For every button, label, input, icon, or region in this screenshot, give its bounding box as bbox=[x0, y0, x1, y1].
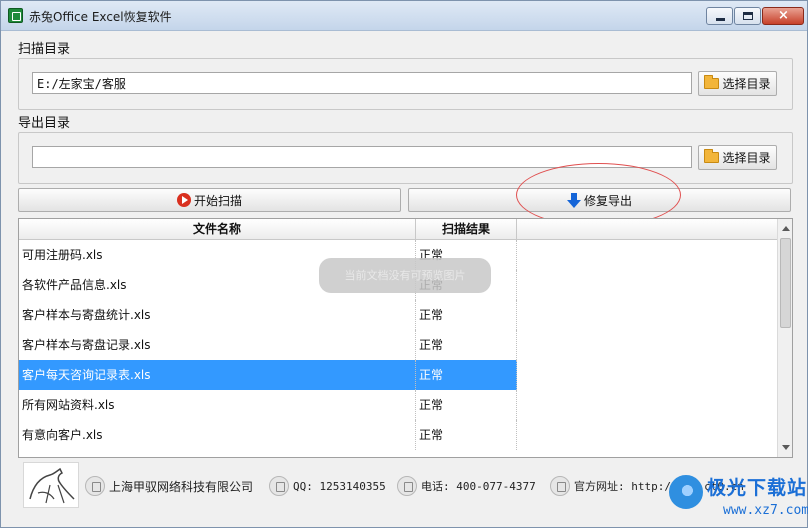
file-name-cell: 所有网站资料.xls bbox=[19, 390, 416, 420]
scan-result-cell: 正常 bbox=[416, 390, 517, 420]
play-icon bbox=[176, 193, 191, 207]
building-icon bbox=[85, 476, 105, 496]
table-row[interactable]: 客户每天咨询记录表.xls 正常 bbox=[19, 360, 777, 390]
table-row[interactable]: 客户样本与寄盘统计.xls 正常 bbox=[19, 300, 777, 330]
company-name: 上海甲驭网络科技有限公司 bbox=[109, 479, 254, 494]
company-logo bbox=[23, 462, 79, 508]
scan-result-cell: 正常 bbox=[416, 420, 517, 450]
export-dir-browse-label: 选择目录 bbox=[722, 151, 771, 165]
watermark-logo-icon bbox=[669, 475, 703, 509]
export-dir-browse-button[interactable]: 选择目录 bbox=[698, 145, 777, 170]
table-row[interactable]: 有意向客户.xls 正常 bbox=[19, 420, 777, 450]
minimize-icon bbox=[716, 18, 725, 21]
maximize-button[interactable] bbox=[734, 7, 761, 25]
start-scan-label: 开始扫描 bbox=[193, 193, 242, 208]
app-icon bbox=[8, 8, 23, 23]
qq-number: QQ: 1253140355 bbox=[293, 479, 386, 493]
app-window: 赤兔Office Excel恢复软件 × 扫描目录 选择目录 导出目录 选择目录… bbox=[0, 0, 808, 528]
export-dir-input[interactable] bbox=[32, 146, 692, 168]
folder-icon bbox=[704, 149, 720, 163]
scrollbar-thumb[interactable] bbox=[780, 238, 791, 328]
footer-company: 上海甲驭网络科技有限公司 bbox=[85, 475, 253, 497]
column-header-result[interactable]: 扫描结果 bbox=[416, 219, 517, 239]
file-name-cell: 有意向客户.xls bbox=[19, 420, 416, 450]
qq-icon bbox=[269, 476, 289, 496]
export-dir-group: 选择目录 bbox=[18, 132, 793, 184]
title-bar: 赤兔Office Excel恢复软件 × bbox=[1, 1, 807, 31]
scan-dir-browse-button[interactable]: 选择目录 bbox=[698, 71, 777, 96]
watermark-brand: 极光下载站 bbox=[707, 477, 808, 499]
scan-dir-browse-label: 选择目录 bbox=[722, 77, 771, 91]
scan-result-cell: 正常 bbox=[416, 360, 517, 390]
scan-result-cell: 正常 bbox=[416, 330, 517, 360]
vertical-scrollbar[interactable] bbox=[777, 219, 792, 457]
scroll-down-icon[interactable] bbox=[782, 445, 790, 450]
scan-dir-input[interactable] bbox=[32, 72, 692, 94]
maximize-icon bbox=[743, 12, 753, 20]
repair-export-button[interactable]: 修复导出 bbox=[408, 188, 791, 212]
close-button[interactable]: × bbox=[762, 7, 804, 25]
scan-result-cell: 正常 bbox=[416, 300, 517, 330]
repair-export-label: 修复导出 bbox=[583, 193, 632, 208]
scan-dir-label: 扫描目录 bbox=[18, 42, 71, 57]
table-header: 文件名称 扫描结果 bbox=[19, 219, 777, 240]
footer-phone: 电话: 400-077-4377 bbox=[397, 475, 536, 497]
preview-toast: 当前文档没有可预览图片 bbox=[319, 258, 491, 293]
file-name-cell: 客户每天咨询记录表.xls bbox=[19, 360, 416, 390]
download-arrow-icon bbox=[566, 192, 581, 208]
watermark: 极光下载站 www.xz7.com bbox=[669, 467, 808, 527]
column-header-filename[interactable]: 文件名称 bbox=[19, 219, 416, 239]
file-name-cell: 客户样本与寄盘统计.xls bbox=[19, 300, 416, 330]
table-row[interactable]: 客户样本与寄盘记录.xls 正常 bbox=[19, 330, 777, 360]
table-row[interactable]: 所有网站资料.xls 正常 bbox=[19, 390, 777, 420]
phone-number: 电话: 400-077-4377 bbox=[421, 480, 536, 493]
footer-qq: QQ: 1253140355 bbox=[269, 475, 386, 497]
globe-icon bbox=[550, 476, 570, 496]
phone-icon bbox=[397, 476, 417, 496]
window-title: 赤兔Office Excel恢复软件 bbox=[29, 10, 172, 24]
close-icon: × bbox=[778, 8, 789, 23]
folder-icon bbox=[704, 75, 720, 89]
minimize-button[interactable] bbox=[706, 7, 733, 25]
results-table[interactable]: 文件名称 扫描结果 可用注册码.xls正常各软件产品信息.xls正常客户样本与寄… bbox=[18, 218, 793, 458]
export-dir-label: 导出目录 bbox=[18, 116, 71, 131]
file-name-cell: 客户样本与寄盘记录.xls bbox=[19, 330, 416, 360]
watermark-url: www.xz7.com bbox=[723, 503, 808, 518]
start-scan-button[interactable]: 开始扫描 bbox=[18, 188, 401, 212]
scan-dir-group: 选择目录 bbox=[18, 58, 793, 110]
scroll-up-icon[interactable] bbox=[782, 226, 790, 231]
